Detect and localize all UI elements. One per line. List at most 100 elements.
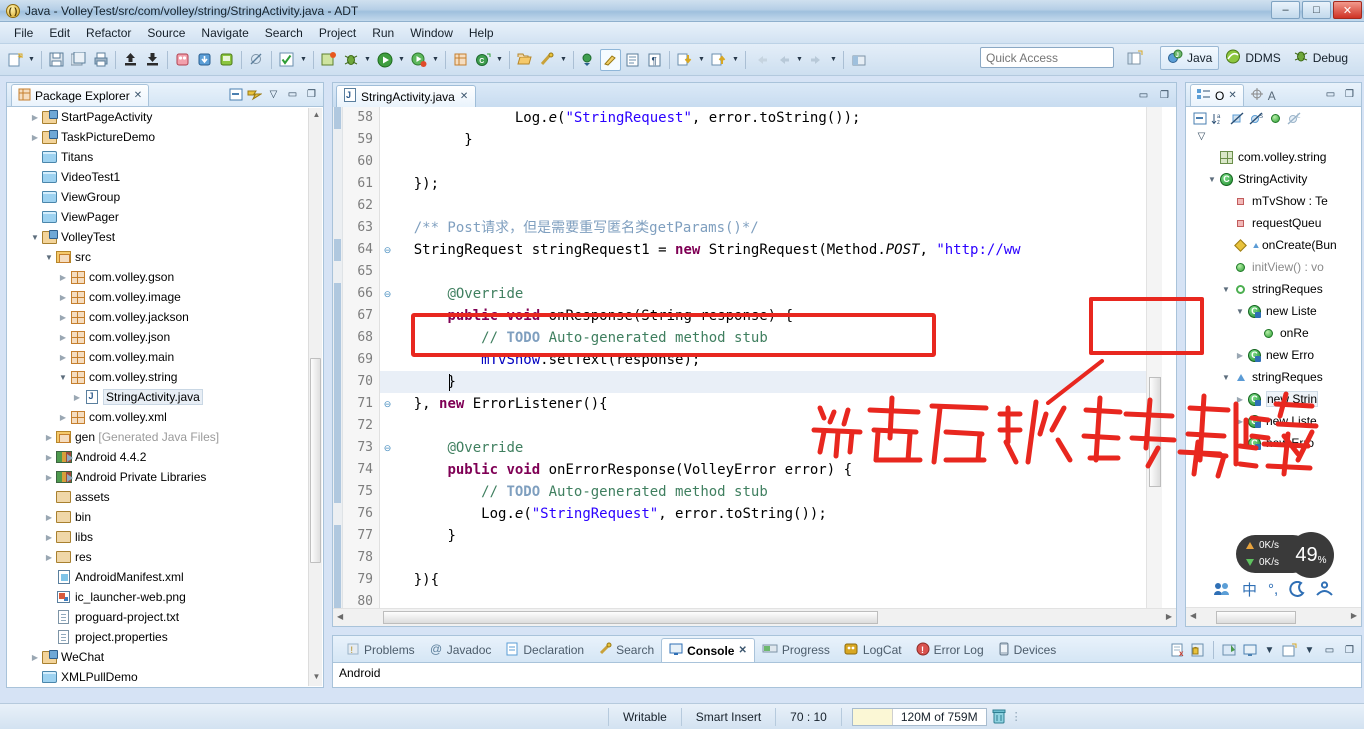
step-into-dropdown-icon[interactable]: ▼ <box>696 49 707 71</box>
network-speed-widget[interactable]: 0K/s 0K/s 49 % <box>1236 532 1336 578</box>
link-with-editor-icon[interactable] <box>247 87 262 102</box>
code-line[interactable]: mTvShow.setText(response); <box>380 349 700 371</box>
open-type-icon[interactable] <box>514 49 535 71</box>
tree-item[interactable]: project.properties <box>7 627 323 647</box>
editor-vertical-scrollbar[interactable] <box>1146 107 1162 608</box>
tree-item[interactable]: ▶ Android 4.4.2 <box>7 447 323 467</box>
moon-icon[interactable] <box>1289 581 1305 597</box>
collapse-arrow-icon[interactable]: ▶ <box>29 113 41 122</box>
tree-item[interactable]: ▶ gen [Generated Java Files] <box>7 427 323 447</box>
collapse-arrow-icon[interactable]: ▶ <box>1234 351 1246 360</box>
maximize-view-icon[interactable]: ❐ <box>1342 87 1357 102</box>
code-line[interactable]: // TODO Auto-generated method stub <box>380 327 768 349</box>
pilcrow-icon[interactable]: ¶ <box>644 49 665 71</box>
code-line[interactable]: } <box>380 371 455 393</box>
minimize-view-icon[interactable]: ▭ <box>1322 643 1337 658</box>
code-line[interactable]: }); <box>380 173 439 195</box>
run-android-icon[interactable] <box>318 49 339 71</box>
menu-item-search[interactable]: Search <box>257 24 311 42</box>
scroll-right-icon[interactable]: ▶ <box>1351 611 1357 620</box>
scrollbar-thumb[interactable] <box>1216 611 1296 624</box>
code-line[interactable]: } <box>380 129 472 151</box>
hide-fields-icon[interactable] <box>1230 111 1245 126</box>
tab-package-explorer[interactable]: Package Explorer ✕ <box>11 84 150 106</box>
code-line[interactable] <box>380 151 388 173</box>
tree-item[interactable]: ▶ com.volley.main <box>7 347 323 367</box>
tree-item[interactable]: ▼ src <box>7 247 323 267</box>
outline-item[interactable]: ▼ stringReques <box>1186 366 1361 388</box>
tree-item[interactable]: ▶ com.volley.image <box>7 287 323 307</box>
tree-item[interactable]: proguard-project.txt <box>7 607 323 627</box>
next-annotation-icon[interactable] <box>578 49 599 71</box>
editor-code-area[interactable]: Log.e("StringRequest", error.toString())… <box>380 107 1146 608</box>
public-only-icon[interactable] <box>1268 111 1283 126</box>
outline-item[interactable]: ▶ Cnew Erro <box>1186 344 1361 366</box>
tree-item[interactable]: ViewPager <box>7 207 323 227</box>
close-icon[interactable]: ✕ <box>460 91 468 102</box>
open-console-dropdown-icon[interactable]: ▼ <box>1302 643 1317 658</box>
menu-item-file[interactable]: File <box>6 24 41 42</box>
perspective-debug-button[interactable]: Debug <box>1287 47 1354 69</box>
scroll-left-icon[interactable]: ◀ <box>1190 611 1196 620</box>
expand-arrow-icon[interactable]: ▼ <box>57 373 69 382</box>
previous-dropdown-icon[interactable]: ▼ <box>794 49 805 71</box>
outline-item[interactable]: ▼ stringReques <box>1186 278 1361 300</box>
code-line[interactable]: Log.e("StringRequest", error.toString())… <box>380 107 861 129</box>
heap-status-widget[interactable]: 120M of 759M <box>851 707 987 726</box>
view-menu-icon[interactable]: ▽ <box>266 87 281 102</box>
show-whitespace-icon[interactable] <box>622 49 643 71</box>
search-dropdown-icon[interactable]: ▼ <box>558 49 569 71</box>
menu-item-run[interactable]: Run <box>364 24 402 42</box>
collapse-arrow-icon[interactable]: ▶ <box>57 353 69 362</box>
tree-item[interactable]: ▶ com.volley.xml <box>7 407 323 427</box>
punctuation-mode-icon[interactable]: °, <box>1268 581 1278 598</box>
console-tab-progress[interactable]: Progress <box>755 638 837 662</box>
search-tool-icon[interactable] <box>536 49 557 71</box>
outline-item[interactable]: initView() : vo <box>1186 256 1361 278</box>
toggle-mark-occurrences-icon[interactable] <box>600 48 621 71</box>
minimize-view-icon[interactable]: ▭ <box>285 87 300 102</box>
menu-item-source[interactable]: Source <box>139 24 193 42</box>
outline-item[interactable]: com.volley.string <box>1186 146 1361 168</box>
outline-item[interactable]: ▼ Cnew Liste <box>1186 300 1361 322</box>
new-class-icon[interactable]: C <box>472 49 493 71</box>
display-console-icon[interactable] <box>1242 643 1257 658</box>
code-line[interactable]: /** Post请求，但是需要重写匿名类getParams()*/ <box>380 217 759 239</box>
maximize-button[interactable]: □ <box>1302 1 1331 19</box>
scroll-right-icon[interactable]: ▶ <box>1166 612 1172 621</box>
perspective-java-button[interactable]: J Java <box>1160 46 1220 70</box>
collapse-all-icon[interactable] <box>1192 111 1207 126</box>
tree-item[interactable]: VideoTest1 <box>7 167 323 187</box>
skip-breakpoints-icon[interactable] <box>246 49 267 71</box>
code-line[interactable]: }, new ErrorListener(){ <box>380 393 608 415</box>
perspective-ddms-button[interactable]: DDMS <box>1219 47 1286 69</box>
editor-gutter[interactable] <box>333 107 343 626</box>
collapse-arrow-icon[interactable]: ▶ <box>57 333 69 342</box>
collapse-arrow-icon[interactable]: ▶ <box>43 553 55 562</box>
menu-item-project[interactable]: Project <box>311 24 364 42</box>
collapse-arrow-icon[interactable]: ▶ <box>43 433 55 442</box>
tree-item[interactable]: Titans <box>7 147 323 167</box>
close-icon[interactable]: ✕ <box>134 90 142 101</box>
people-icon[interactable] <box>1213 581 1231 597</box>
code-line[interactable] <box>380 195 388 217</box>
package-explorer-tree[interactable]: ▶ StartPageActivity ▶ TaskPictureDemo Titans… <box>7 107 323 687</box>
step-out-dropdown-icon[interactable]: ▼ <box>730 49 741 71</box>
lock-scroll-icon[interactable] <box>1190 643 1205 658</box>
view-menu-icon[interactable]: ▽ <box>1194 129 1209 144</box>
step-out-icon[interactable] <box>708 49 729 71</box>
hide-local-icon[interactable]: L <box>1287 111 1302 126</box>
code-line[interactable] <box>380 415 388 437</box>
collapse-arrow-icon[interactable]: ▶ <box>57 293 69 302</box>
hide-static-icon[interactable]: S <box>1249 111 1264 126</box>
person-icon[interactable] <box>1316 581 1333 597</box>
editor-horizontal-scrollbar[interactable]: ◀ ▶ <box>333 608 1176 626</box>
tree-item[interactable]: ▶ com.volley.json <box>7 327 323 347</box>
outline-item[interactable]: ▼ C StringActivity <box>1186 168 1361 190</box>
expand-arrow-icon[interactable]: ▼ <box>1220 285 1232 294</box>
step-into-icon[interactable] <box>674 49 695 71</box>
tree-item[interactable]: XMLPullDemo <box>7 667 323 687</box>
open-perspective-button[interactable] <box>1126 46 1143 70</box>
collapse-arrow-icon[interactable]: ▶ <box>43 513 55 522</box>
code-line[interactable]: public void onErrorResponse(VolleyError … <box>380 459 852 481</box>
